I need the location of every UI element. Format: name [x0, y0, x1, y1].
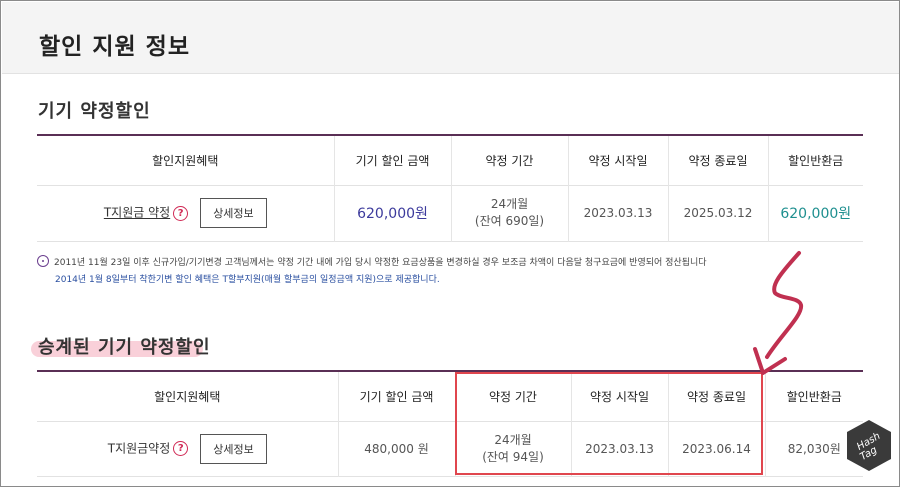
discount-amount-cell: 480,000 원 — [337, 421, 455, 476]
refund-cell: 620,000원 — [767, 185, 863, 241]
table-header-row: 할인지원혜택 기기 할인 금액 약정 기간 약정 시작일 약정 종료일 할인반환… — [37, 135, 863, 185]
detail-info-button[interactable]: 상세정보 — [200, 198, 267, 228]
refund-amount: 620,000원 — [780, 206, 852, 222]
info-icon — [37, 255, 49, 267]
column-header-benefit: 할인지원혜택 — [154, 389, 221, 404]
help-icon[interactable]: ? — [173, 441, 189, 456]
period-cell: 24개월 (잔여 690일) — [450, 185, 568, 241]
benefit-cell: T지원금약정? 상세정보 — [37, 421, 338, 476]
app-window: 할인 지원 정보 기기 약정할인 할인지원혜택 기기 할인 금액 약정 기간 약… — [0, 0, 900, 487]
annotation-arrow-icon — [753, 251, 804, 375]
column-header-discount-amount: 기기 할인 금액 — [333, 135, 451, 185]
column-header-discount-amount: 기기 할인 금액 — [337, 371, 455, 421]
page-title: 할인 지원 정보 — [39, 34, 190, 60]
benefit-text[interactable]: T지원금약정 — [108, 441, 171, 455]
detail-info-button[interactable]: 상세정보 — [200, 433, 267, 464]
column-header-refund: 할인반환금 — [767, 135, 863, 185]
end-date-cell: 2025.03.12 — [667, 185, 768, 241]
notice-line-2: 2014년 1월 8일부터 착한기변 할인 혜택은 T할부지원(매월 할부금의 … — [55, 275, 440, 285]
device-contract-table: 할인지원혜택 기기 할인 금액 약정 기간 약정 시작일 약정 종료일 할인반환… — [37, 134, 863, 242]
annotation-highlight-box — [455, 372, 763, 475]
benefit-link[interactable]: T지원금 약정 — [104, 206, 170, 220]
hashtag-logo-icon: Hash Tag — [847, 420, 891, 471]
column-header-refund: 할인반환금 — [764, 371, 863, 421]
column-header-benefit: 할인지원혜택 — [152, 153, 219, 168]
notice-box: 2011년 11월 23일 이후 신규가입/기기변경 고객님께서는 약정 기간 … — [37, 255, 707, 289]
benefit-cell: T지원금 약정? 상세정보 — [37, 185, 334, 241]
discount-amount: 620,000원 — [357, 206, 428, 222]
period-months: 24개월 — [490, 197, 529, 211]
column-header-period: 약정 기간 — [450, 135, 568, 185]
period-remaining: (잔여 690일) — [474, 214, 545, 228]
table-row: T지원금 약정? 상세정보 620,000원 24개월 (잔여 690일) 202… — [37, 185, 863, 241]
section-title-device-contract: 기기 약정할인 — [38, 101, 151, 122]
page-header: 할인 지원 정보 — [2, 2, 899, 74]
help-icon[interactable]: ? — [173, 205, 189, 221]
discount-amount-cell: 620,000원 — [333, 185, 451, 241]
start-date-cell: 2023.03.13 — [567, 185, 668, 241]
column-header-start-date: 약정 시작일 — [567, 135, 668, 185]
column-header-end-date: 약정 종료일 — [667, 135, 768, 185]
notice-line-1: 2011년 11월 23일 이후 신규가입/기기변경 고객님께서는 약정 기간 … — [54, 258, 707, 268]
section-title-inherited-contract: 승계된 기기 약정할인 — [38, 337, 211, 358]
